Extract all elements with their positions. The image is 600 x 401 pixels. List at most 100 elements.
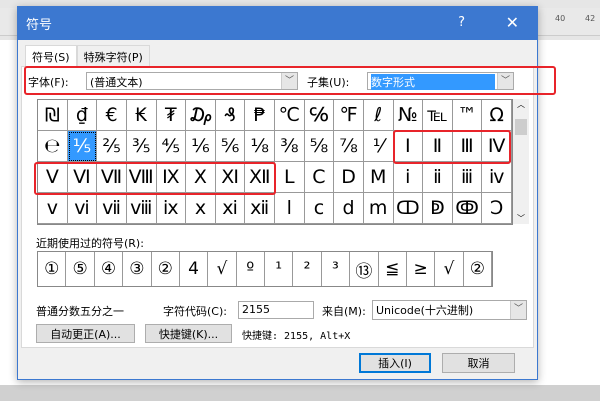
char-code-input[interactable]: 2155 xyxy=(238,301,314,319)
symbol-cell[interactable]: ℅ xyxy=(304,100,335,131)
recent-symbol-cell[interactable]: ⑤ xyxy=(66,252,95,286)
symbol-cell[interactable]: ⅱ xyxy=(423,162,453,193)
symbol-cell[interactable]: ⅷ xyxy=(126,193,157,224)
symbol-cell[interactable]: ⅚ xyxy=(215,131,246,162)
symbol-cell[interactable]: ⅜ xyxy=(275,131,305,162)
symbol-cell[interactable]: ⅺ xyxy=(215,193,246,224)
symbol-cell[interactable]: ⅛ xyxy=(245,131,275,162)
recent-symbol-cell[interactable]: ³ xyxy=(322,252,351,286)
scrollbar[interactable]: ︿ ﹀ xyxy=(513,99,529,224)
subset-select[interactable]: 数字形式 ﹀ xyxy=(367,72,514,90)
close-icon[interactable]: ✕ xyxy=(506,13,519,32)
symbol-cell[interactable]: ⅼ xyxy=(275,193,305,224)
symbol-cell[interactable]: ₭ xyxy=(126,100,157,131)
symbol-cell[interactable]: Ⅿ xyxy=(363,162,394,193)
symbol-cell[interactable]: Ⅲ xyxy=(452,131,483,162)
symbol-cell[interactable]: ⅟ xyxy=(363,131,394,162)
symbol-cell[interactable]: Ⅹ xyxy=(186,162,216,193)
symbol-cell[interactable]: ™ xyxy=(452,100,483,131)
font-select[interactable]: (普通文本) ﹀ xyxy=(86,72,298,90)
symbol-cell[interactable]: ⅰ xyxy=(393,162,424,193)
symbol-cell[interactable]: ⅝ xyxy=(304,131,335,162)
symbol-cell[interactable]: ⅘ xyxy=(156,131,187,162)
scroll-up-icon[interactable]: ︿ xyxy=(517,99,525,110)
symbol-cell[interactable]: ⅶ xyxy=(97,193,127,224)
from-select[interactable]: Unicode(十六进制) ﹀ xyxy=(372,300,527,320)
symbol-cell[interactable]: ⅙ xyxy=(186,131,216,162)
symbol-cell[interactable]: ₯ xyxy=(186,100,216,131)
recent-symbol-cell[interactable]: ≦ xyxy=(379,252,407,286)
tab-special-characters[interactable]: 特殊字符(P) xyxy=(76,45,150,68)
symbol-cell[interactable]: ↀ xyxy=(393,193,424,224)
symbol-cell[interactable]: Ⅺ xyxy=(215,162,246,193)
symbol-cell[interactable]: Ⅰ xyxy=(393,131,424,162)
recent-symbol-cell[interactable]: ② xyxy=(152,252,180,286)
recent-symbol-cell[interactable]: ④ xyxy=(95,252,124,286)
symbol-cell[interactable]: ℃ xyxy=(275,100,305,131)
symbol-cell[interactable]: ₰ xyxy=(215,100,246,131)
recent-symbol-cell[interactable]: ③ xyxy=(123,252,152,286)
recent-symbol-cell[interactable]: √ xyxy=(208,252,237,286)
recent-symbol-cell[interactable]: ① xyxy=(38,252,67,286)
symbol-cell[interactable]: ⅗ xyxy=(126,131,157,162)
symbol-cell[interactable]: ⅸ xyxy=(156,193,187,224)
symbol-cell[interactable]: ⅲ xyxy=(452,162,483,193)
symbol-cell[interactable]: Ω xyxy=(482,100,512,131)
title-bar[interactable]: 符号 ? ✕ xyxy=(18,7,537,40)
recent-symbol-cell[interactable]: º xyxy=(237,252,265,286)
scroll-down-icon[interactable]: ﹀ xyxy=(517,213,525,224)
symbol-cell[interactable]: ₫ xyxy=(67,100,98,131)
symbol-cell[interactable]: ⅳ xyxy=(482,162,512,193)
recent-symbol-cell[interactable]: ≥ xyxy=(407,252,436,286)
symbol-cell[interactable]: Ⅷ xyxy=(126,162,157,193)
symbol-cell[interactable]: ⅞ xyxy=(334,131,364,162)
symbol-cell[interactable]: Ⅱ xyxy=(423,131,453,162)
symbol-cell[interactable]: ⅽ xyxy=(304,193,335,224)
recent-symbol-cell[interactable]: ② xyxy=(464,252,492,286)
symbol-cell[interactable]: ⅿ xyxy=(363,193,394,224)
shortcut-key-button[interactable]: 快捷键(K)... xyxy=(145,324,232,343)
symbol-cell[interactable]: Ⅵ xyxy=(67,162,98,193)
recent-symbol-cell[interactable]: √ xyxy=(435,252,464,286)
autocorrect-button[interactable]: 自动更正(A)... xyxy=(36,324,135,343)
symbol-cell[interactable]: ₮ xyxy=(156,100,187,131)
symbol-cell[interactable]: ⅵ xyxy=(67,193,98,224)
recent-symbol-cell[interactable]: 4 xyxy=(180,252,209,286)
symbol-cell[interactable]: € xyxy=(97,100,127,131)
chevron-down-icon[interactable]: ﹀ xyxy=(510,301,526,319)
symbol-cell[interactable]: Ⅶ xyxy=(97,162,127,193)
chevron-down-icon[interactable]: ﹀ xyxy=(281,73,297,89)
help-icon[interactable]: ? xyxy=(458,15,465,30)
recent-symbol-cell[interactable]: ⑬ xyxy=(350,252,379,286)
recent-symbol-cell[interactable]: ¹ xyxy=(265,252,294,286)
symbol-cell[interactable]: ↂ xyxy=(452,193,483,224)
symbol-cell[interactable]: ↁ xyxy=(423,193,453,224)
symbol-cell[interactable]: ⅾ xyxy=(334,193,364,224)
symbol-cell[interactable]: ₱ xyxy=(245,100,275,131)
symbol-cell[interactable]: ⅻ xyxy=(245,193,275,224)
symbol-cell[interactable]: ⅹ xyxy=(186,193,216,224)
recent-symbol-cell[interactable]: ² xyxy=(293,252,322,286)
symbol-cell[interactable]: ₪ xyxy=(38,100,68,131)
symbol-cell[interactable]: Ⅽ xyxy=(304,162,335,193)
symbol-cell[interactable]: Ⅸ xyxy=(156,162,187,193)
symbol-cell[interactable]: Ⅾ xyxy=(334,162,364,193)
symbol-cell[interactable]: Ⅴ xyxy=(38,162,68,193)
symbol-cell[interactable]: № xyxy=(393,100,424,131)
symbol-cell[interactable]: ⅖ xyxy=(97,131,127,162)
symbol-cell[interactable]: ⅕ xyxy=(67,131,98,162)
symbol-cell[interactable]: ℡ xyxy=(423,100,453,131)
symbol-cell[interactable]: ℉ xyxy=(334,100,364,131)
symbol-cell[interactable]: Ⅼ xyxy=(275,162,305,193)
symbol-cell[interactable]: Ⅻ xyxy=(245,162,275,193)
chevron-down-icon[interactable]: ﹀ xyxy=(497,73,513,89)
symbol-cell[interactable]: ℓ xyxy=(363,100,394,131)
cancel-button[interactable]: 取消 xyxy=(442,353,515,373)
scroll-thumb[interactable] xyxy=(515,119,527,135)
symbol-cell[interactable]: Ⅳ xyxy=(482,131,512,162)
symbol-cell[interactable]: ⅴ xyxy=(38,193,68,224)
tab-symbols[interactable]: 符号(S) xyxy=(25,45,77,66)
insert-button[interactable]: 插入(I) xyxy=(359,353,431,373)
symbol-cell[interactable]: ℮ xyxy=(38,131,68,162)
symbol-cell[interactable]: Ↄ xyxy=(482,193,512,224)
